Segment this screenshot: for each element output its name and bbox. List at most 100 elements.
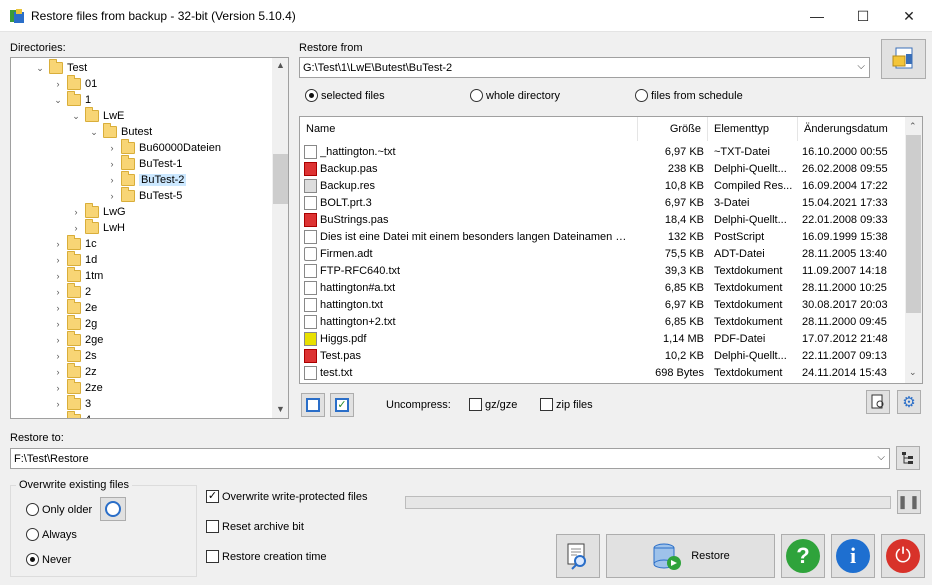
file-row[interactable]: Dies ist eine Datei mit einem besonders …: [304, 228, 904, 245]
tree-expander-icon[interactable]: ›: [53, 415, 63, 418]
scroll-thumb[interactable]: [273, 154, 288, 204]
tree-expander-icon[interactable]: ›: [53, 399, 63, 409]
tree-expander-icon[interactable]: ›: [53, 335, 63, 345]
show-log-button[interactable]: [556, 534, 600, 578]
scroll-up-icon[interactable]: ⌃: [909, 121, 917, 132]
scroll-down-icon[interactable]: ⌄: [909, 367, 917, 378]
file-row[interactable]: test.txt 698 Bytes Textdokument 24.11.2014 …: [304, 364, 904, 381]
browse-backup-button[interactable]: [881, 39, 926, 79]
info-button[interactable]: i: [831, 534, 875, 578]
file-list[interactable]: Name Größe Elementtyp Änderungsdatum _ha…: [299, 116, 923, 384]
deselect-all-button[interactable]: [301, 393, 325, 417]
tree-node[interactable]: › BuTest-1: [107, 155, 182, 172]
tree-node[interactable]: › 3: [53, 395, 91, 412]
radio-never[interactable]: Never: [26, 553, 71, 566]
file-row[interactable]: Backup.res 10,8 KB Compiled Res... 16.09.20…: [304, 177, 904, 194]
tree-expander-icon[interactable]: ⌄: [89, 127, 99, 138]
directory-tree[interactable]: ⌄ Test › 01 ⌄ 1 ⌄ LwE ⌄ Butest › Bu60000Dateien › BuT…: [10, 57, 289, 419]
column-header-name[interactable]: Name: [300, 117, 638, 141]
tree-expander-icon[interactable]: ›: [53, 79, 63, 89]
tree-scrollbar[interactable]: ▲ ▼: [272, 58, 288, 418]
time-options-button[interactable]: [100, 497, 126, 521]
tree-node[interactable]: › 2g: [53, 315, 97, 332]
file-row[interactable]: BuStrings.pas 18,4 KB Delphi-Quellt... 22.0…: [304, 211, 904, 228]
tree-node[interactable]: › Bu60000Dateien: [107, 139, 221, 156]
tree-node[interactable]: › 01: [53, 75, 97, 92]
radio-selected-files[interactable]: selected files: [305, 89, 385, 102]
tree-expander-icon[interactable]: ›: [53, 255, 63, 265]
tree-node[interactable]: › 2e: [53, 299, 97, 316]
help-button[interactable]: ?: [781, 534, 825, 578]
scroll-down-icon[interactable]: ▼: [276, 404, 285, 414]
radio-whole-directory[interactable]: whole directory: [470, 89, 560, 102]
tree-expander-icon[interactable]: ›: [53, 303, 63, 313]
checkbox-overwrite-write-protected[interactable]: ✓ Overwrite write-protected files: [206, 490, 368, 503]
file-row[interactable]: hattington+2.txt 6,85 KB Textdokument 28.11…: [304, 313, 904, 330]
tree-node[interactable]: › LwG: [71, 203, 126, 220]
pause-button[interactable]: ❚❚: [897, 490, 921, 514]
checkbox-gz[interactable]: gz/gze: [469, 398, 517, 411]
file-row[interactable]: hattington.txt 6,97 KB Textdokument 30.08.2…: [304, 296, 904, 313]
tree-node[interactable]: ⌄ 1: [53, 91, 91, 108]
tree-node[interactable]: › BuTest-5: [107, 187, 182, 204]
radio-always[interactable]: Always: [26, 528, 77, 541]
tree-node[interactable]: › LwH: [71, 219, 125, 236]
tree-node[interactable]: › 2z: [53, 363, 97, 380]
tree-expander-icon[interactable]: ›: [53, 319, 63, 329]
tree-node[interactable]: ⌄ Butest: [89, 123, 152, 140]
checkbox-restore-creation-time[interactable]: Restore creation time: [206, 550, 327, 563]
scroll-up-icon[interactable]: ▲: [276, 60, 285, 70]
checkbox-zip[interactable]: zip files: [540, 398, 593, 411]
tree-node[interactable]: › 2s: [53, 347, 97, 364]
tree-node[interactable]: › BuTest-2: [107, 171, 187, 188]
tree-node[interactable]: › 1tm: [53, 267, 103, 284]
tree-expander-icon[interactable]: ›: [107, 143, 117, 153]
restore-from-combo[interactable]: G:\Test\1\LwE\Butest\BuTest-2 ⌵: [299, 57, 870, 78]
tree-node[interactable]: ›4: [53, 411, 91, 418]
column-header-type[interactable]: Elementtyp: [708, 117, 798, 141]
maximize-button[interactable]: ☐: [840, 0, 886, 32]
file-row[interactable]: hattington#a.txt 6,85 KB Textdokument 28.11…: [304, 279, 904, 296]
column-header-date[interactable]: Änderungsdatum: [798, 117, 904, 141]
tree-expander-icon[interactable]: ›: [53, 351, 63, 361]
radio-files-from-schedule[interactable]: files from schedule: [635, 89, 743, 102]
restore-to-combo[interactable]: F:\Test\Restore ⌵: [10, 448, 890, 469]
select-all-button[interactable]: ✓: [330, 393, 354, 417]
chevron-down-icon[interactable]: ⌵: [857, 61, 865, 72]
checkbox-reset-archive-bit[interactable]: Reset archive bit: [206, 520, 304, 533]
file-row[interactable]: Test.pas 10,2 KB Delphi-Quellt... 22.11.200…: [304, 347, 904, 364]
file-row[interactable]: FTP-RFC640.txt 39,3 KB Textdokument 11.09.2…: [304, 262, 904, 279]
select-target-button[interactable]: [896, 446, 920, 470]
tree-expander-icon[interactable]: ›: [71, 223, 81, 233]
close-button[interactable]: ✕: [886, 0, 932, 32]
tree-expander-icon[interactable]: ⌄: [71, 111, 81, 122]
exit-button[interactable]: ⏻: [881, 534, 925, 578]
chevron-down-icon[interactable]: ⌵: [877, 452, 885, 463]
scroll-thumb[interactable]: [906, 135, 921, 313]
tree-node[interactable]: › 1d: [53, 251, 97, 268]
tree-node[interactable]: › 1c: [53, 235, 97, 252]
settings-button[interactable]: ⚙: [897, 390, 921, 414]
tree-node[interactable]: › 2ge: [53, 331, 103, 348]
file-list-scrollbar[interactable]: ⌃ ⌄: [905, 117, 922, 383]
tree-expander-icon[interactable]: ›: [53, 239, 63, 249]
tree-expander-icon[interactable]: ›: [53, 367, 63, 377]
tree-expander-icon[interactable]: ›: [53, 271, 63, 281]
file-row[interactable]: Higgs.pdf 1,14 MB PDF-Datei 17.07.2012 21:4…: [304, 330, 904, 347]
tree-expander-icon[interactable]: ⌄: [53, 95, 63, 106]
file-info-button[interactable]: [866, 390, 890, 414]
radio-only-older[interactable]: Only older: [26, 503, 92, 516]
tree-expander-icon[interactable]: ›: [71, 207, 81, 217]
tree-expander-icon[interactable]: ›: [53, 383, 63, 393]
file-row[interactable]: Firmen.adt 75,5 KB ADT-Datei 28.11.2005 13:…: [304, 245, 904, 262]
tree-node[interactable]: › 2: [53, 283, 91, 300]
file-row[interactable]: _hattington.~txt 6,97 KB ~TXT-Datei 16.10.2…: [304, 143, 904, 160]
minimize-button[interactable]: —: [794, 0, 840, 32]
tree-expander-icon[interactable]: ›: [53, 287, 63, 297]
tree-expander-icon[interactable]: ›: [107, 191, 117, 201]
file-row[interactable]: BOLT.prt.3 6,97 KB 3-Datei 15.04.2021 17:33: [304, 194, 904, 211]
tree-expander-icon[interactable]: ›: [107, 159, 117, 169]
file-row[interactable]: Backup.pas 238 KB Delphi-Quellt... 26.02.20…: [304, 160, 904, 177]
tree-expander-icon[interactable]: ⌄: [35, 63, 45, 74]
column-header-size[interactable]: Größe: [638, 117, 708, 141]
